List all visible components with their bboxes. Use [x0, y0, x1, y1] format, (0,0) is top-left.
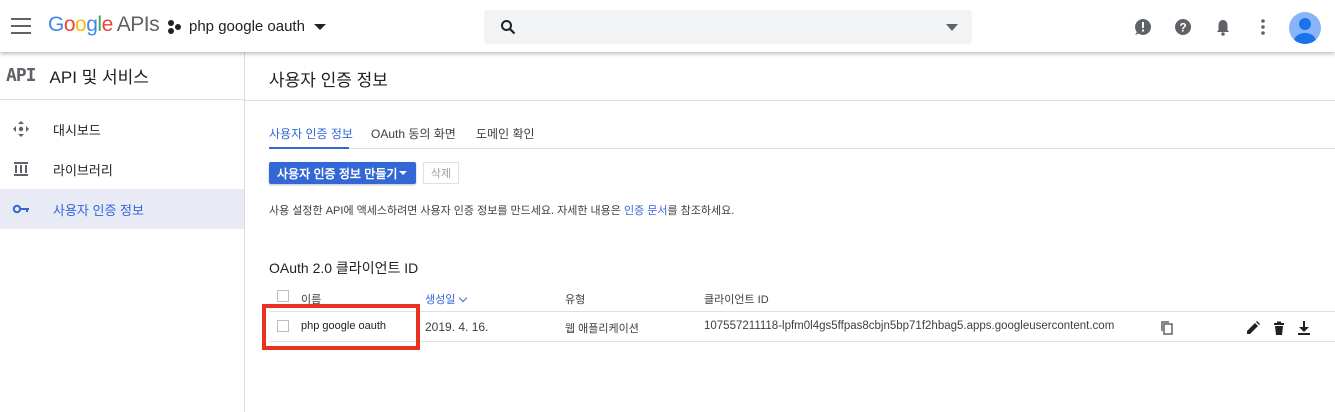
sidebar-header: API API 및 서비스 [0, 52, 244, 100]
help-icon[interactable]: ? [1174, 18, 1192, 36]
divider [245, 100, 1335, 101]
created-date: 2019. 4. 16. [425, 320, 489, 334]
page-title: 사용자 인증 정보 [269, 71, 388, 90]
sidebar-item-label: 사용자 인증 정보 [53, 202, 144, 218]
create-credentials-button[interactable]: 사용자 인증 정보 만들기 [269, 162, 416, 184]
client-type: 웹 애플리케이션 [565, 323, 639, 335]
column-header-type: 유형 [565, 294, 586, 306]
sidebar-item-dashboard[interactable]: 대시보드 [0, 109, 244, 149]
select-all-checkbox[interactable] [277, 290, 289, 302]
feedback-icon[interactable] [1134, 18, 1152, 36]
column-header-created-label: 생성일 [425, 294, 456, 306]
row-checkbox[interactable] [277, 320, 289, 332]
api-badge: API [6, 65, 36, 86]
create-credentials-label: 사용자 인증 정보 만들기 [277, 166, 398, 181]
table-header: 이름 생성일 유형 클라이언트 ID [269, 286, 1335, 312]
top-app-bar: Google APIs php google oauth ? [0, 0, 1335, 52]
copy-icon[interactable] [1160, 321, 1174, 335]
sidebar-item-credentials[interactable]: 사용자 인증 정보 [0, 189, 244, 229]
chevron-down-icon [399, 171, 407, 175]
sidebar-title: API 및 서비스 [49, 68, 149, 87]
dashboard-icon [13, 121, 29, 137]
description-part: 사용 설정한 API에 액세스하려면 사용자 인증 정보를 만드세요. 자세한 … [269, 205, 624, 217]
active-tab-indicator [269, 147, 349, 149]
oauth-clients-section-title: OAuth 2.0 클라이언트 ID [269, 260, 419, 276]
svg-text:?: ? [1179, 21, 1186, 35]
description-text: 사용 설정한 API에 액세스하려면 사용자 인증 정보를 만드세요. 자세한 … [269, 202, 734, 218]
column-header-created[interactable]: 생성일 [425, 291, 468, 307]
tab-oauth-consent[interactable]: OAuth 동의 화면 [371, 125, 456, 142]
sidebar-item-label: 대시보드 [53, 122, 101, 138]
chevron-down-icon [313, 23, 326, 30]
sidebar-item-label: 라이브러리 [53, 162, 113, 178]
hamburger-menu-icon[interactable] [11, 18, 31, 34]
delete-icon[interactable] [1272, 321, 1286, 335]
project-icon [168, 19, 182, 34]
table-row: php google oauth 2019. 4. 16. 웹 애플리케이션 1… [269, 312, 1335, 342]
account-icon [1294, 18, 1316, 44]
avatar[interactable] [1289, 12, 1321, 44]
sidebar-item-library[interactable]: 라이브러리 [0, 149, 244, 189]
sort-down-icon [459, 293, 468, 303]
search-icon [501, 20, 516, 35]
tab-domain-verification[interactable]: 도메인 확인 [476, 125, 535, 142]
download-icon[interactable] [1297, 321, 1311, 335]
column-header-client-id: 클라이언트 ID [704, 294, 769, 306]
client-id: 107557211118-lpfm0l4gs5ffpas8cbjn5bp71f2… [704, 320, 1115, 332]
notifications-icon[interactable] [1214, 18, 1232, 36]
tab-credentials[interactable]: 사용자 인증 정보 [269, 125, 353, 142]
edit-icon[interactable] [1246, 321, 1260, 335]
library-icon [14, 162, 28, 176]
more-vert-icon[interactable] [1254, 18, 1272, 36]
client-name-link[interactable]: php google oauth [301, 320, 386, 332]
main-content: 사용자 인증 정보 사용자 인증 정보 OAuth 동의 화면 도메인 확인 사… [245, 52, 1335, 412]
tab-bar: 사용자 인증 정보 OAuth 동의 화면 도메인 확인 [269, 123, 1335, 149]
key-icon [12, 204, 29, 214]
auth-docs-link[interactable]: 인증 문서 [624, 205, 668, 217]
sidebar: API API 및 서비스 대시보드 라이브러리 사용자 인증 정보 [0, 52, 245, 412]
search-dropdown-icon[interactable] [946, 24, 958, 31]
project-name: php google oauth [189, 18, 305, 35]
column-header-name: 이름 [301, 294, 322, 306]
project-selector[interactable]: php google oauth [168, 18, 326, 35]
google-apis-logo[interactable]: Google APIs [48, 13, 160, 37]
search-input[interactable] [484, 10, 972, 44]
description-part: 를 참조하세요. [667, 205, 735, 217]
delete-button[interactable]: 삭제 [423, 162, 459, 184]
